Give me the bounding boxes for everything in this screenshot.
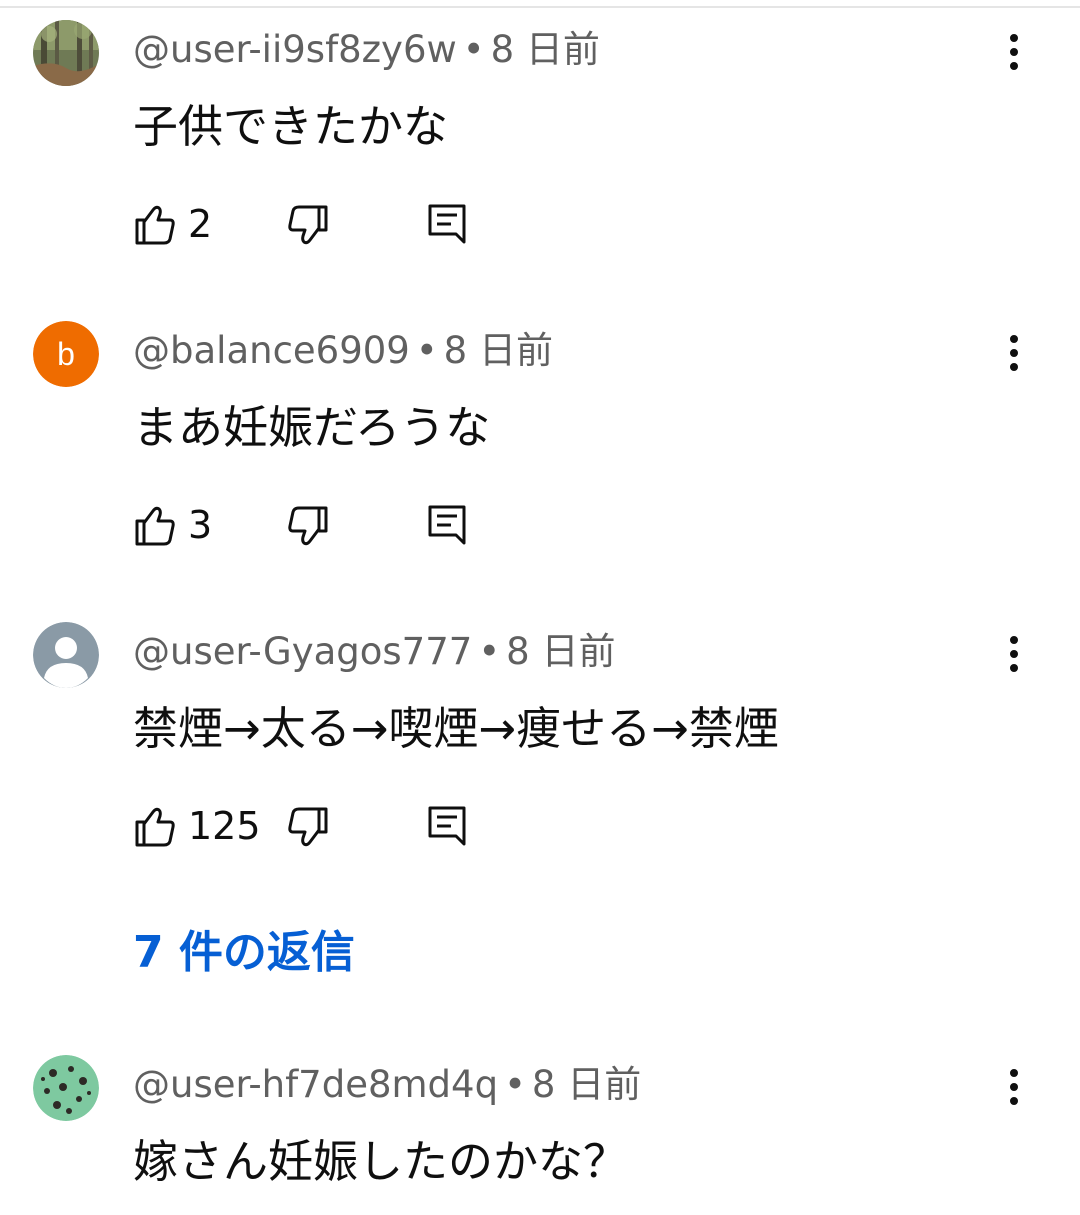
avatar[interactable] — [33, 20, 99, 86]
thumbs-down-icon — [288, 807, 328, 847]
reply-button[interactable] — [426, 798, 470, 854]
default-person-icon — [33, 622, 99, 688]
comment-text: 子供できたかな — [133, 100, 449, 153]
meta-separator: • — [415, 329, 438, 372]
dislike-button[interactable] — [286, 798, 330, 854]
thumbs-down-icon — [288, 506, 328, 546]
like-button[interactable] — [133, 196, 177, 252]
comment-timestamp[interactable]: 8 日前 — [506, 630, 615, 673]
meta-separator: • — [504, 1063, 526, 1106]
comment-text: まあ妊娠だろうな — [133, 401, 491, 454]
svg-text:b: b — [57, 336, 75, 372]
comment-meta: @user-ii9sf8zy6w • 8 日前 — [133, 26, 600, 74]
more-vert-icon[interactable] — [994, 1063, 1034, 1111]
comment-reply-icon — [428, 505, 466, 545]
dislike-button[interactable] — [286, 196, 330, 252]
author-handle[interactable]: @user-hf7de8md4q — [133, 1063, 498, 1106]
comment-timestamp[interactable]: 8 日前 — [532, 1063, 641, 1106]
like-count: 3 — [188, 503, 213, 547]
comment-reply-icon — [428, 204, 466, 244]
thumbs-down-icon — [288, 205, 328, 245]
avatar[interactable]: b — [33, 321, 99, 387]
view-replies-link[interactable]: 7 件の返信 — [133, 922, 355, 984]
thumbs-up-icon — [135, 807, 175, 847]
comment-meta: @balance6909 • 8 日前 — [133, 327, 553, 375]
avatar-mint-image — [33, 1055, 99, 1121]
avatar[interactable] — [33, 622, 99, 688]
more-vert-icon[interactable] — [994, 329, 1034, 377]
comment-text: 禁煙→太る→喫煙→痩せる→禁煙 — [133, 702, 779, 755]
more-vert-icon[interactable] — [994, 28, 1034, 76]
avatar-forest-image — [33, 20, 99, 86]
author-handle[interactable]: @balance6909 — [133, 329, 410, 372]
more-vert-icon[interactable] — [994, 630, 1034, 678]
comment-text: 嫁さん妊娠したのかな？ — [133, 1135, 629, 1188]
meta-separator: • — [462, 28, 485, 71]
comment-reply-icon — [428, 806, 466, 846]
dislike-button[interactable] — [286, 497, 330, 553]
like-button[interactable] — [133, 497, 177, 553]
top-divider — [0, 6, 1080, 8]
author-handle[interactable]: @user-Gyagos777 — [133, 630, 472, 673]
comment-timestamp[interactable]: 8 日前 — [491, 28, 600, 71]
like-count: 2 — [188, 202, 213, 246]
reply-button[interactable] — [426, 196, 470, 252]
comment-meta: @user-Gyagos777 • 8 日前 — [133, 628, 615, 676]
meta-separator: • — [478, 630, 501, 673]
comment-meta: @user-hf7de8md4q • 8 日前 — [133, 1061, 641, 1109]
thumbs-up-icon — [135, 506, 175, 546]
avatar[interactable] — [33, 1055, 99, 1121]
like-count: 125 — [188, 804, 261, 848]
author-handle[interactable]: @user-ii9sf8zy6w — [133, 28, 457, 71]
like-button[interactable] — [133, 798, 177, 854]
reply-button[interactable] — [426, 497, 470, 553]
thumbs-up-icon — [135, 205, 175, 245]
comment-timestamp[interactable]: 8 日前 — [444, 329, 553, 372]
avatar-letter: b — [33, 321, 99, 387]
